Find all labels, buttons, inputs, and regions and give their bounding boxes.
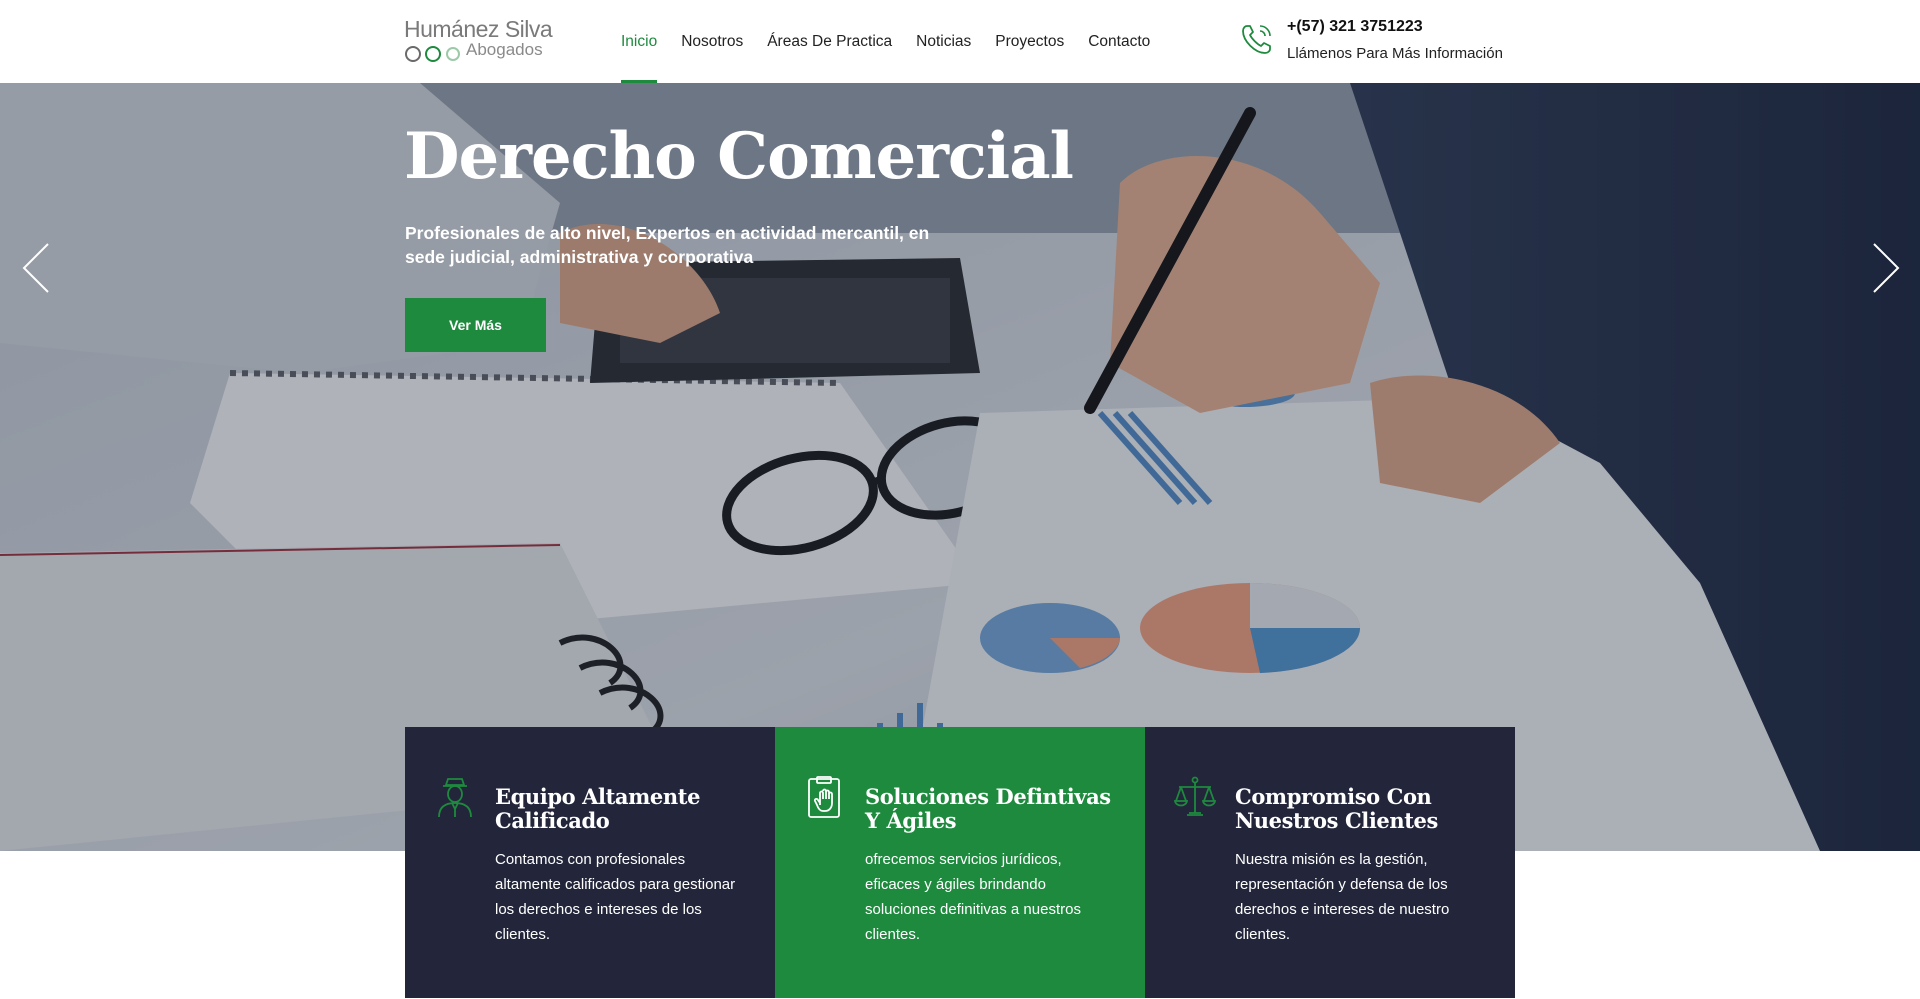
logo[interactable]: Humánez Silva Abogados xyxy=(404,16,553,66)
phone-number[interactable]: +(57) 321 3751223 xyxy=(1287,18,1423,36)
nav-item-noticias[interactable]: Noticias xyxy=(916,0,971,83)
nav-item-areas-de-practica[interactable]: Áreas De Practica xyxy=(767,0,892,83)
features-row: Equipo Altamente Calificado Contamos con… xyxy=(405,727,1515,998)
main-nav: Inicio Nosotros Áreas De Practica Notici… xyxy=(621,0,1174,83)
chevron-left-icon[interactable] xyxy=(16,238,56,298)
nav-item-inicio[interactable]: Inicio xyxy=(621,0,658,83)
nav-item-contacto[interactable]: Contacto xyxy=(1088,0,1150,83)
logo-name: Humánez Silva xyxy=(404,16,553,42)
chevron-right-icon[interactable] xyxy=(1866,238,1906,298)
document-hand-icon xyxy=(808,776,840,818)
phone-cta: Llámenos Para Más Información xyxy=(1287,45,1503,62)
feature-card-compromiso: Compromiso Con Nuestros Clientes Nuestra… xyxy=(1145,727,1515,998)
nav-item-proyectos[interactable]: Proyectos xyxy=(995,0,1064,83)
phone-icon xyxy=(1242,25,1271,54)
logo-subtitle: Abogados xyxy=(466,40,543,59)
ver-mas-button[interactable]: Ver Más xyxy=(405,298,546,352)
header-contact[interactable]: +(57) 321 3751223 Llámenos Para Más Info… xyxy=(1240,18,1520,68)
logo-circles-icon xyxy=(405,46,460,62)
feature-text: Nuestra misión es la gestión, representa… xyxy=(1235,851,1450,943)
feature-title: Soluciones Defintivas Y Ágiles xyxy=(865,784,1111,833)
feature-title: Equipo Altamente Calificado xyxy=(495,784,701,833)
feature-text: ofrecemos servicios jurídicos, eficaces … xyxy=(865,851,1081,943)
lawyer-icon xyxy=(438,778,472,818)
hero-title: Derecho Comercial xyxy=(404,119,1074,194)
scales-icon xyxy=(1173,776,1217,816)
site-header: Humánez Silva Abogados Inicio Nosotros Á… xyxy=(0,0,1920,83)
nav-item-nosotros[interactable]: Nosotros xyxy=(681,0,743,83)
feature-text: Contamos con profesionales altamente cal… xyxy=(495,851,736,943)
feature-card-equipo: Equipo Altamente Calificado Contamos con… xyxy=(405,727,775,998)
hero-subtitle: Profesionales de alto nivel, Expertos en… xyxy=(405,223,930,267)
feature-title: Compromiso Con Nuestros Clientes xyxy=(1235,784,1438,833)
feature-card-soluciones: Soluciones Defintivas Y Ágiles ofrecemos… xyxy=(775,727,1145,998)
